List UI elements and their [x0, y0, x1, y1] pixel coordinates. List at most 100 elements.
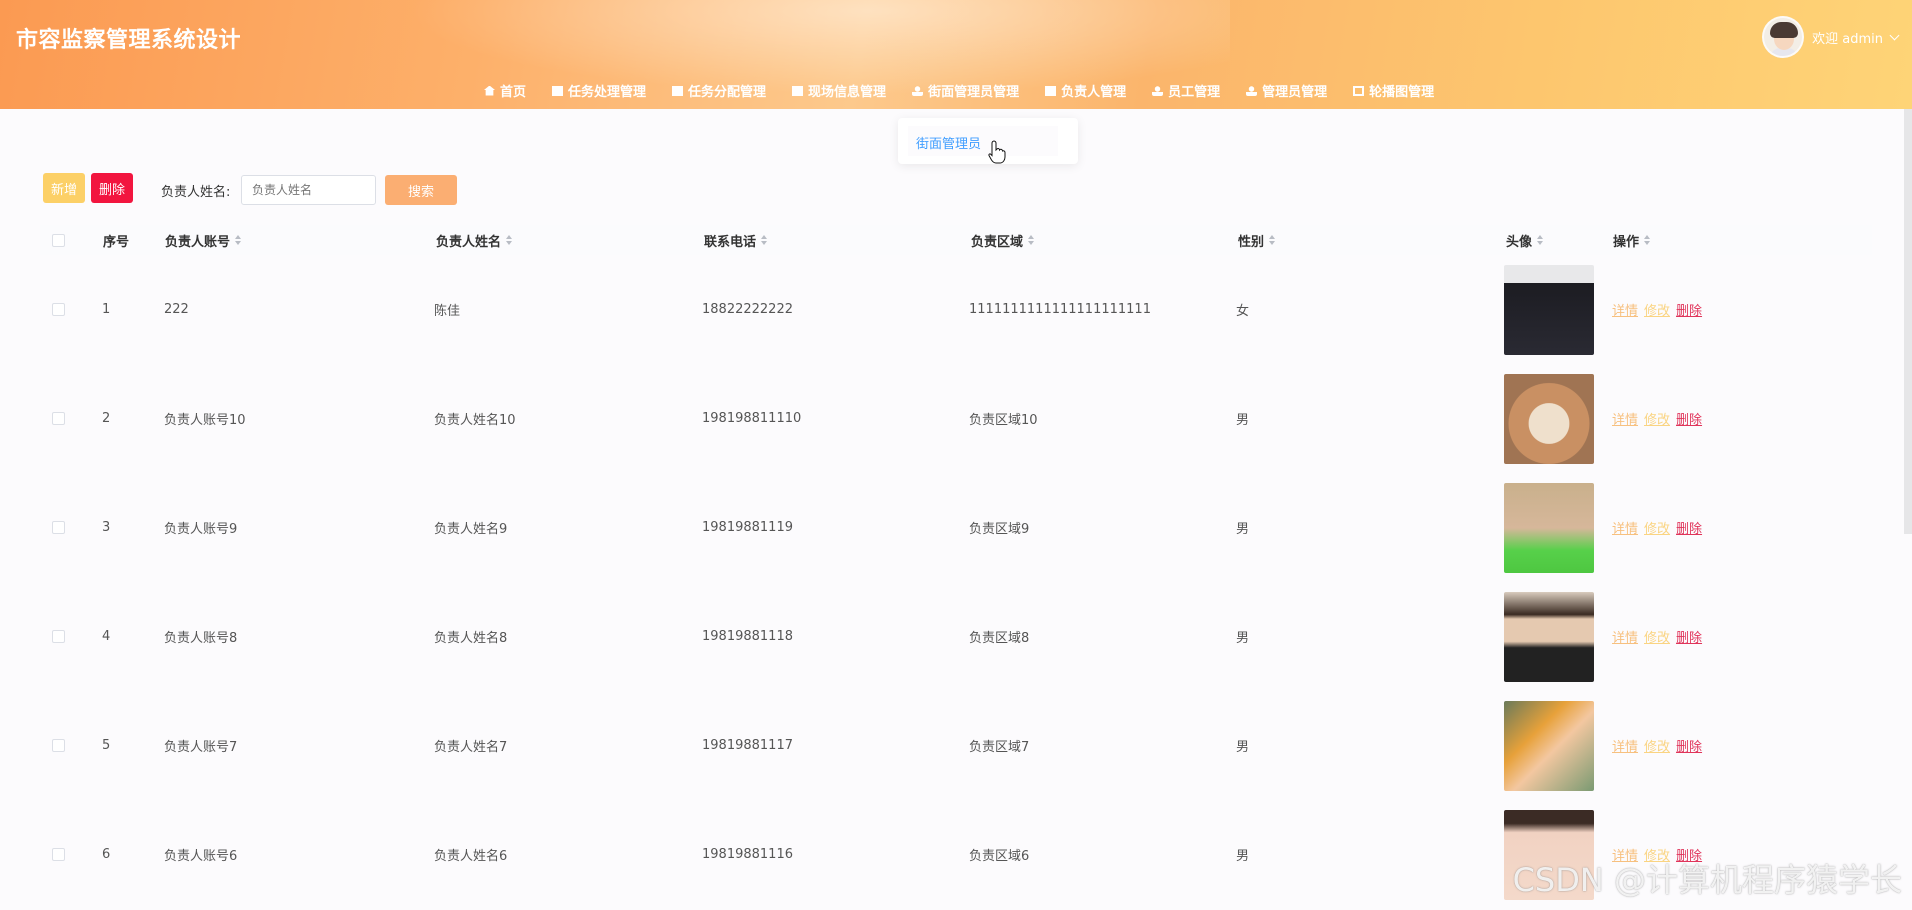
nav-item-admin[interactable]: 管理员管理	[1246, 81, 1327, 100]
search-input[interactable]	[241, 175, 376, 205]
cell-gender: 男	[1236, 413, 1250, 428]
cell-gender: 女	[1236, 304, 1250, 319]
cell-area: 1111111111111111111111	[969, 302, 1151, 317]
cell-no: 1	[102, 302, 111, 317]
header-account[interactable]: 负责人账号	[165, 225, 242, 255]
cell-area: 负责区域8	[969, 631, 1030, 646]
detail-link[interactable]: 详情	[1612, 518, 1638, 537]
cell-gender: 男	[1236, 849, 1250, 864]
delete-link[interactable]: 删除	[1676, 627, 1702, 646]
cell-account: 负责人账号10	[164, 413, 246, 428]
cell-account: 负责人账号8	[164, 631, 238, 646]
cell-avatar	[1504, 473, 1594, 582]
user-icon	[912, 85, 924, 96]
detail-link[interactable]: 详情	[1612, 736, 1638, 755]
table-row: 5 负责人账号7 负责人姓名7 19819881117 负责区域7 男 详情 修…	[40, 691, 1872, 800]
avatar[interactable]	[1762, 16, 1805, 58]
user-icon	[1152, 85, 1164, 96]
detail-link[interactable]: 详情	[1612, 627, 1638, 646]
nav-item-staff[interactable]: 员工管理	[1152, 81, 1220, 100]
avatar-photo[interactable]	[1504, 591, 1594, 682]
cell-name: 负责人姓名8	[434, 631, 508, 646]
nav-item-site-info[interactable]: 现场信息管理	[792, 81, 886, 100]
cell-avatar	[1504, 691, 1594, 800]
cell-phone: 19819881119	[702, 520, 793, 535]
header-avatar[interactable]: 头像	[1506, 225, 1544, 255]
delete-link[interactable]: 删除	[1676, 300, 1702, 319]
user-icon	[1246, 85, 1258, 96]
home-icon	[484, 85, 495, 96]
nav-item-task-assign[interactable]: 任务分配管理	[672, 81, 766, 100]
top-nav: 首页 任务处理管理 任务分配管理 现场信息管理 街面管理员管理 负责人管理 员工…	[484, 81, 1460, 100]
cell-avatar	[1504, 255, 1594, 364]
header-gender[interactable]: 性别	[1238, 225, 1276, 255]
nav-item-carousel[interactable]: 轮播图管理	[1353, 81, 1434, 100]
avatar-photo[interactable]	[1504, 700, 1594, 791]
avatar-photo[interactable]	[1504, 264, 1594, 355]
hand-cursor-icon	[988, 140, 1006, 164]
grid-icon	[1045, 85, 1057, 96]
sort-icon	[1537, 235, 1544, 245]
header-area[interactable]: 负责区域	[971, 225, 1035, 255]
header-phone[interactable]: 联系电话	[704, 225, 768, 255]
header-ops[interactable]: 操作	[1613, 225, 1651, 255]
header-name[interactable]: 负责人姓名	[436, 225, 513, 255]
cell-phone: 19819881117	[702, 738, 793, 753]
nav-item-street-admin[interactable]: 街面管理员管理	[912, 81, 1019, 100]
cell-account: 负责人账号6	[164, 849, 238, 864]
delete-button[interactable]: 删除	[91, 173, 133, 203]
header-no: 序号	[103, 234, 130, 250]
nav-item-task-process[interactable]: 任务处理管理	[552, 81, 646, 100]
cell-gender: 男	[1236, 631, 1250, 646]
app-header: 市容监察管理系统设计 欢迎 admin 首页 任务处理管理 任务分配管理 现场信…	[0, 0, 1912, 109]
data-table: 序号 负责人账号 负责人姓名 联系电话 负责区域 性别 头像 操作 1 222 …	[40, 225, 1872, 909]
sort-icon	[506, 235, 513, 245]
edit-link[interactable]: 修改	[1644, 736, 1670, 755]
row-checkbox[interactable]	[52, 691, 65, 800]
nav-item-manager[interactable]: 负责人管理	[1045, 81, 1126, 100]
cell-name: 负责人姓名10	[434, 413, 516, 428]
cell-no: 2	[102, 411, 111, 426]
scrollbar[interactable]	[1904, 109, 1912, 534]
edit-link[interactable]: 修改	[1644, 300, 1670, 319]
table-header: 序号 负责人账号 负责人姓名 联系电话 负责区域 性别 头像 操作	[40, 225, 1872, 255]
avatar-photo[interactable]	[1504, 482, 1594, 573]
avatar-photo[interactable]	[1504, 373, 1594, 464]
nav-item-home[interactable]: 首页	[484, 81, 526, 100]
cell-avatar	[1504, 582, 1594, 691]
row-checkbox[interactable]	[52, 364, 65, 473]
edit-link[interactable]: 修改	[1644, 409, 1670, 428]
detail-link[interactable]: 详情	[1612, 300, 1638, 319]
search-label: 负责人姓名:	[161, 185, 231, 200]
cell-avatar	[1504, 364, 1594, 473]
row-checkbox[interactable]	[52, 582, 65, 691]
sort-icon	[761, 235, 768, 245]
delete-link[interactable]: 删除	[1676, 518, 1702, 537]
detail-link[interactable]: 详情	[1612, 409, 1638, 428]
cell-account: 负责人账号9	[164, 522, 238, 537]
user-menu[interactable]: 欢迎 admin	[1762, 16, 1900, 58]
select-all-checkbox[interactable]	[52, 225, 65, 255]
cell-area: 负责区域7	[969, 740, 1030, 755]
row-checkbox[interactable]	[52, 255, 65, 364]
image-icon	[1353, 85, 1365, 96]
delete-link[interactable]: 删除	[1676, 409, 1702, 428]
row-checkbox[interactable]	[52, 800, 65, 909]
search-button[interactable]: 搜索	[385, 175, 457, 205]
delete-link[interactable]: 删除	[1676, 736, 1702, 755]
grid-icon	[792, 85, 804, 96]
dropdown-item-street-admin[interactable]: 街面管理员	[908, 126, 1058, 156]
edit-link[interactable]: 修改	[1644, 518, 1670, 537]
edit-link[interactable]: 修改	[1644, 627, 1670, 646]
table-row: 3 负责人账号9 负责人姓名9 19819881119 负责区域9 男 详情 修…	[40, 473, 1872, 582]
row-checkbox[interactable]	[52, 473, 65, 582]
cell-phone: 19819881116	[702, 847, 793, 862]
add-button[interactable]: 新增	[43, 173, 85, 203]
table-body: 1 222 陈佳 18822222222 1111111111111111111…	[40, 255, 1872, 909]
cell-ops: 详情 修改 删除	[1612, 364, 1702, 473]
cell-account: 负责人账号7	[164, 740, 238, 755]
cell-no: 3	[102, 520, 111, 535]
table-row: 1 222 陈佳 18822222222 1111111111111111111…	[40, 255, 1872, 364]
cell-area: 负责区域10	[969, 413, 1038, 428]
cell-ops: 详情 修改 删除	[1612, 255, 1702, 364]
